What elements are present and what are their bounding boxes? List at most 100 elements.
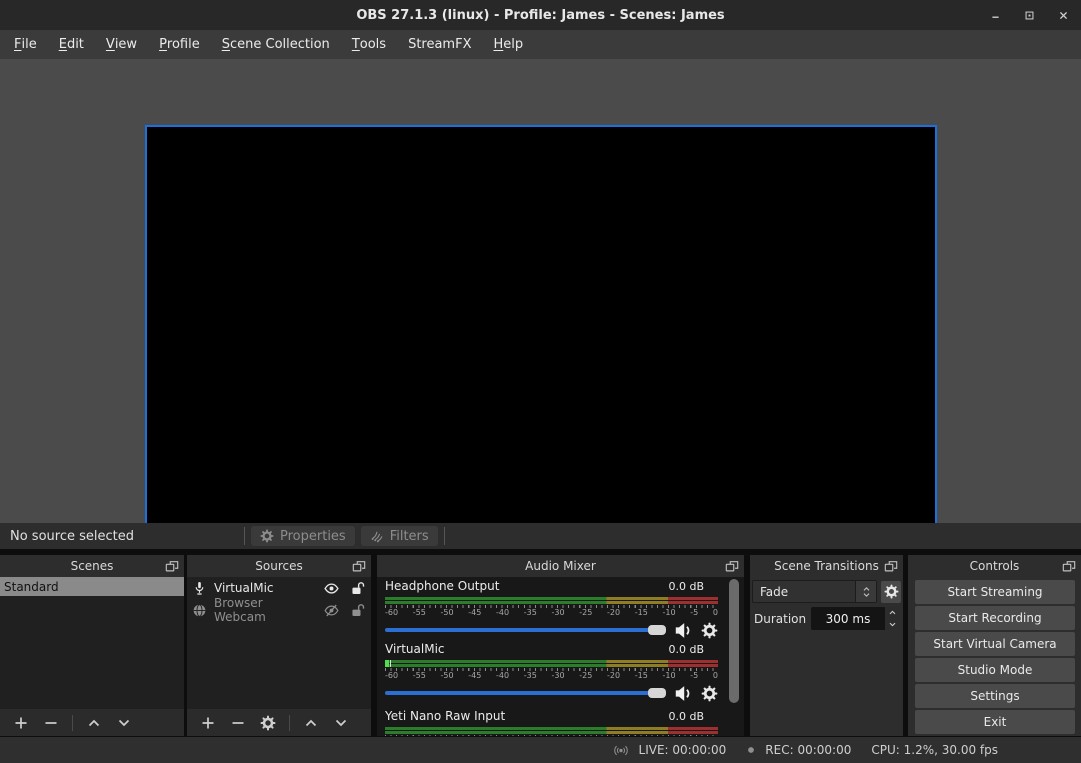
sources-panel-header[interactable]: Sources xyxy=(187,555,371,577)
button-label: Studio Mode xyxy=(958,663,1033,677)
filters-button[interactable]: Filters xyxy=(361,526,438,546)
properties-button[interactable]: Properties xyxy=(251,526,355,546)
exit-button[interactable]: Exit xyxy=(915,710,1075,734)
db-tick-label: -40 xyxy=(496,608,509,617)
mixer-channel-header: Headphone Output 0.0 dB xyxy=(385,579,718,595)
transition-select[interactable]: Fade xyxy=(752,580,877,603)
live-time: LIVE: 00:00:00 xyxy=(639,743,727,757)
start-recording-button[interactable]: Start Recording xyxy=(915,606,1075,630)
db-tick-label: -15 xyxy=(635,671,648,680)
minimize-button[interactable] xyxy=(985,5,1005,25)
sources-toolbar xyxy=(187,709,371,736)
scenes-panel-header[interactable]: Scenes xyxy=(0,555,184,577)
db-tick-label: -5 xyxy=(690,671,698,680)
remove-icon[interactable] xyxy=(43,715,59,731)
mixer-scrollbar[interactable] xyxy=(729,579,739,703)
db-tick-label: -50 xyxy=(441,608,454,617)
speaker-icon[interactable] xyxy=(674,684,693,703)
scene-item-standard[interactable]: Standard xyxy=(0,577,184,596)
add-icon[interactable] xyxy=(200,715,216,731)
visibility-icon[interactable] xyxy=(324,581,339,596)
transition-settings-button[interactable] xyxy=(881,581,901,603)
duration-value: 300 ms xyxy=(826,612,871,626)
float-dock-button[interactable] xyxy=(884,559,898,572)
controls-body: Start StreamingStart RecordingStart Virt… xyxy=(908,577,1081,736)
float-dock-button[interactable] xyxy=(352,559,366,572)
meter-strip-left xyxy=(385,727,718,730)
source-properties-icon[interactable] xyxy=(260,715,276,731)
separator xyxy=(72,715,73,731)
studio-mode-button[interactable]: Studio Mode xyxy=(915,658,1075,682)
channel-level: 0.0 dB xyxy=(668,580,718,593)
menu-item-streamfx[interactable]: StreamFX xyxy=(397,30,482,59)
start-virtual-camera-button[interactable]: Start Virtual Camera xyxy=(915,632,1075,656)
channel-settings-icon[interactable] xyxy=(701,622,718,639)
mixer-channel-header: Yeti Nano Raw Input0.0 dB xyxy=(385,709,718,725)
float-dock-button[interactable] xyxy=(725,559,739,572)
float-dock-button[interactable] xyxy=(165,559,179,572)
remove-icon[interactable] xyxy=(230,715,246,731)
menu-item-view[interactable]: View xyxy=(95,30,148,59)
visibility-off-icon[interactable] xyxy=(324,603,339,618)
menu-label-rest: ools xyxy=(360,37,386,52)
float-icon xyxy=(884,560,898,573)
db-tick-label: -5 xyxy=(690,608,698,617)
channel-settings-icon[interactable] xyxy=(701,685,718,702)
move-up-icon[interactable] xyxy=(303,715,319,731)
channel-name: Headphone Output xyxy=(385,579,499,593)
menu-label-rest: elp xyxy=(503,37,523,52)
volume-slider-handle[interactable] xyxy=(648,625,666,635)
db-tick-label: -10 xyxy=(663,671,676,680)
volume-slider[interactable] xyxy=(385,691,666,695)
duration-decrease-button[interactable] xyxy=(885,619,900,630)
close-button[interactable] xyxy=(1053,5,1073,25)
db-tick-label: -55 xyxy=(413,671,426,680)
db-tick-label: -10 xyxy=(663,608,676,617)
source-status-label: No source selected xyxy=(10,529,134,544)
volume-meter xyxy=(385,597,718,604)
move-down-icon[interactable] xyxy=(116,715,132,731)
title-bar: OBS 27.1.3 (linux) - Profile: James - Sc… xyxy=(0,0,1081,30)
db-tick-label: -45 xyxy=(468,671,481,680)
scene-transitions-panel-header[interactable]: Scene Transitions xyxy=(750,555,903,577)
separator xyxy=(244,527,245,545)
menu-item-tools[interactable]: Tools xyxy=(341,30,397,59)
menu-item-profile[interactable]: Profile xyxy=(148,30,211,59)
start-streaming-button[interactable]: Start Streaming xyxy=(915,580,1075,604)
window-buttons xyxy=(985,0,1073,30)
menu-item-edit[interactable]: Edit xyxy=(48,30,95,59)
lock-open-icon[interactable] xyxy=(350,581,365,596)
move-down-icon[interactable] xyxy=(333,715,349,731)
meter-peak-indicator xyxy=(390,660,391,667)
source-item-browser-webcam[interactable]: Browser Webcam xyxy=(187,599,371,621)
globe-icon xyxy=(192,603,207,618)
controls-panel-header[interactable]: Controls xyxy=(908,555,1081,577)
float-dock-button[interactable] xyxy=(1062,559,1076,572)
duration-input[interactable]: 300 ms xyxy=(811,607,885,630)
lock-open-icon[interactable] xyxy=(350,603,365,618)
transition-selected-value: Fade xyxy=(753,585,855,599)
menu-item-scene-collection[interactable]: Scene Collection xyxy=(211,30,341,59)
filters-label: Filters xyxy=(390,529,429,544)
volume-slider[interactable] xyxy=(385,628,666,632)
menu-item-help[interactable]: Help xyxy=(482,30,534,59)
add-icon[interactable] xyxy=(13,715,29,731)
move-up-icon[interactable] xyxy=(86,715,102,731)
menu-mnemonic: H xyxy=(493,37,503,52)
volume-meter xyxy=(385,660,718,667)
volume-slider-handle[interactable] xyxy=(648,688,666,698)
meter-strip-left xyxy=(385,597,718,600)
filter-icon xyxy=(370,529,384,543)
duration-increase-button[interactable] xyxy=(885,607,900,618)
volume-meter xyxy=(385,727,718,734)
menu-item-file[interactable]: File xyxy=(3,30,48,59)
meter-strip-right xyxy=(385,731,718,734)
maximize-button[interactable] xyxy=(1019,5,1039,25)
menu-label-rest: ile xyxy=(21,37,36,52)
audio-mixer-panel-header[interactable]: Audio Mixer xyxy=(377,555,744,577)
settings-button[interactable]: Settings xyxy=(915,684,1075,708)
separator xyxy=(289,715,290,731)
preview-canvas[interactable] xyxy=(145,125,937,570)
scenes-panel-title: Scenes xyxy=(71,559,114,573)
speaker-icon[interactable] xyxy=(674,621,693,640)
